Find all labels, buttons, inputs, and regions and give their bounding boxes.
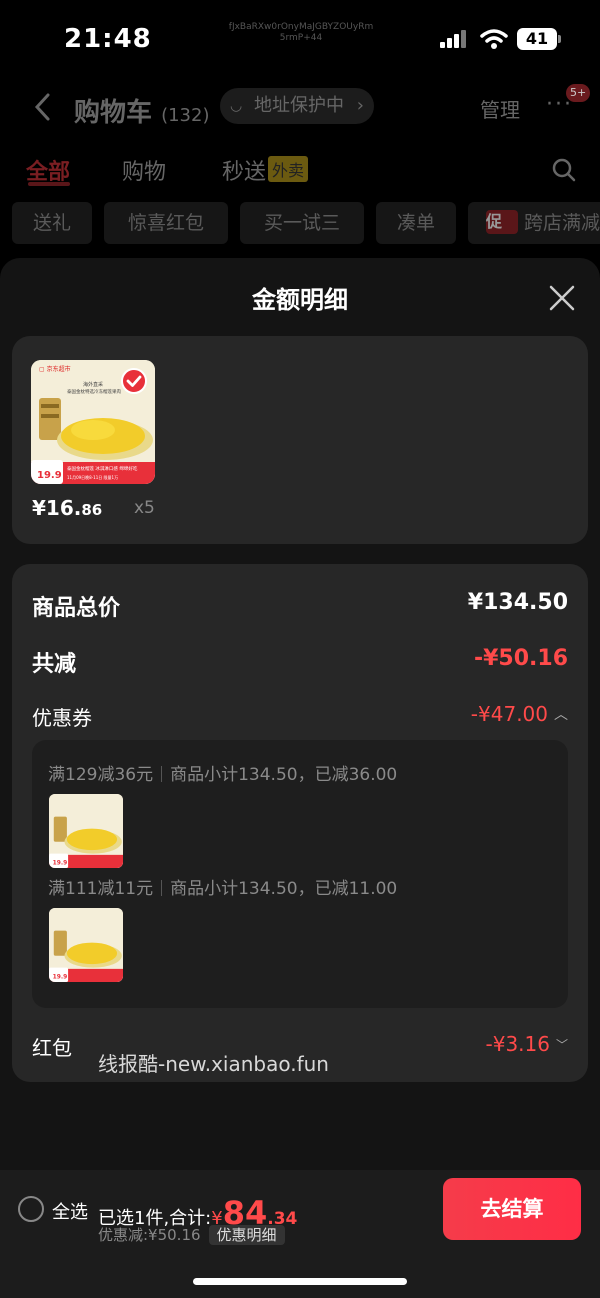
total-label: 商品总价 [32,596,121,621]
coupon-detail-box: 满129减36元 商品小计134.50，已减36.00 19.9 满111减11元… [32,740,568,1008]
sheet-title: 金额明细 [252,286,348,314]
reduce-label: 共减 [32,652,77,677]
chip-coudan[interactable]: 凑单 [376,202,456,244]
discount-detail-button[interactable]: 优惠明细 [208,1225,285,1245]
tab-miaosong[interactable]: 秒送 外卖 [222,154,309,186]
filter-chips: 送礼 惊喜红包 买一试三 凑单 促跨店满减 [12,202,600,244]
page-title: 购物车 (132) [74,92,209,129]
chip-gift[interactable]: 送礼 [12,202,92,244]
search-icon[interactable] [552,158,576,182]
chip-cross-store-label: 跨店满减 [524,212,600,234]
promo-tag: 促 [486,210,518,234]
divider [161,880,163,896]
durian-thumb-image: 19.9 [49,908,123,982]
chip-try[interactable]: 买一试三 [240,202,364,244]
amount-detail-sheet: 金额明细 ▢ 京东超市 海外直采 泰国金枕特选冷冻榴莲果肉 19.9 泰国金枕榴… [0,258,600,1170]
price-breakdown-card: 商品总价 ¥134.50 共减 -¥50.16 优惠券 -¥47.00 ︿ 满1… [12,564,588,1082]
page-title-text: 购物车 [74,98,153,128]
svg-text:11月09日晚8-11日 限量1万: 11月09日晚8-11日 限量1万 [67,474,118,480]
chip-cross-store[interactable]: 促跨店满减 [468,202,600,244]
chevron-up-icon[interactable]: ︿ [554,704,568,724]
coupon-label: 优惠券 [32,706,92,730]
select-all-label[interactable]: 全选 [52,1198,88,1224]
address-protect-label: 地址保护中 [254,95,344,116]
reduce-value: -¥50.16 [473,646,568,671]
coupon-rule-2-title: 满111减11元 [48,879,154,899]
svg-text:泰国金枕特选冷冻榴莲果肉: 泰国金枕特选冷冻榴莲果肉 [67,388,121,395]
svg-text:泰国金枕榴莲 冰淇淋口感 绵绵好吃: 泰国金枕榴莲 冰淇淋口感 绵绵好吃 [67,465,138,472]
chip-hongbao[interactable]: 惊喜红包 [104,202,228,244]
message-badge: 5+ [566,84,591,102]
chevron-down-icon[interactable]: ﹀ [556,1036,568,1053]
product-price: ¥16.86 [32,496,102,520]
coupon-product-thumb-2: 19.9 [49,908,123,982]
product-price-int: ¥16. [32,496,82,520]
address-protect-pill[interactable]: ◡ 地址保护中 › [220,88,374,124]
wifi-icon [480,29,508,49]
product-image[interactable]: ▢ 京东超市 海外直采 泰国金枕特选冷冻榴莲果肉 19.9 泰国金枕榴莲 冰淇淋… [31,360,155,484]
svg-text:19.9: 19.9 [37,470,62,481]
checkout-button[interactable]: 去结算 [443,1178,581,1240]
coupon-rule-1-detail: 商品小计134.50，已减36.00 [170,765,398,785]
status-bar: 21:48 fJxBaRXw0rOnyMaJGBYZOUyRm5rmP+44 4… [0,0,600,80]
tab-bar: 全部 购物 秒送 外卖 [0,152,600,196]
signal-icon [440,30,468,48]
coupon-rule-1-title: 满129减36元 [48,765,154,785]
tab-underline [28,182,70,186]
svg-text:19.9: 19.9 [53,973,68,980]
cart-page-background: 购物车 (132) ◡ 地址保护中 › 管理 ··· 5+ 全部 购物 秒送 外卖… [0,80,600,260]
svg-text:海外直采: 海外直采 [83,381,103,388]
total-value: ¥134.50 [467,590,568,615]
manage-button[interactable]: 管理 [480,94,520,123]
shield-icon: ◡ [230,98,243,114]
svg-text:19.9: 19.9 [53,859,68,866]
waimai-tag: 外卖 [268,156,309,182]
coupon-product-thumb-1: 19.9 [49,794,123,868]
tab-miaosong-label: 秒送 [222,160,267,185]
svg-text:▢ 京东超市: ▢ 京东超市 [39,365,71,373]
status-time: 21:48 [64,24,152,54]
select-all-radio[interactable] [18,1196,44,1222]
checkout-bar: 全选 已选1件,合计:¥84.34 优惠减:¥50.16 优惠明细 去结算 [0,1170,600,1298]
back-icon[interactable] [32,92,54,122]
discount-line: 优惠减:¥50.16 优惠明细 [98,1224,285,1245]
battery-icon: 41 [517,28,561,50]
divider [161,766,163,782]
hongbao-label: 红包 [32,1036,72,1060]
tab-shopping[interactable]: 购物 [122,154,166,186]
checked-icon[interactable] [121,368,147,394]
home-indicator[interactable] [193,1278,407,1285]
product-price-dec: 86 [81,501,103,519]
coupon-rule-2: 满111减11元 商品小计134.50，已减11.00 [48,874,397,899]
close-icon[interactable] [548,284,576,312]
watermark-text: 线报酷-new.xianbao.fun [98,1052,329,1076]
cart-count: (132) [161,105,210,126]
product-quantity: x5 [134,498,155,518]
durian-thumb-image: 19.9 [49,794,123,868]
overlay-code: fJxBaRXw0rOnyMaJGBYZOUyRm5rmP+44 [228,22,374,43]
coupon-rule-1: 满129减36元 商品小计134.50，已减36.00 [48,760,397,785]
product-card: ▢ 京东超市 海外直采 泰国金枕特选冷冻榴莲果肉 19.9 泰国金枕榴莲 冰淇淋… [12,336,588,544]
chevron-right-icon: › [356,95,364,116]
discount-amount: 优惠减:¥50.16 [98,1226,201,1244]
coupon-rule-2-detail: 商品小计134.50，已减11.00 [170,879,398,899]
